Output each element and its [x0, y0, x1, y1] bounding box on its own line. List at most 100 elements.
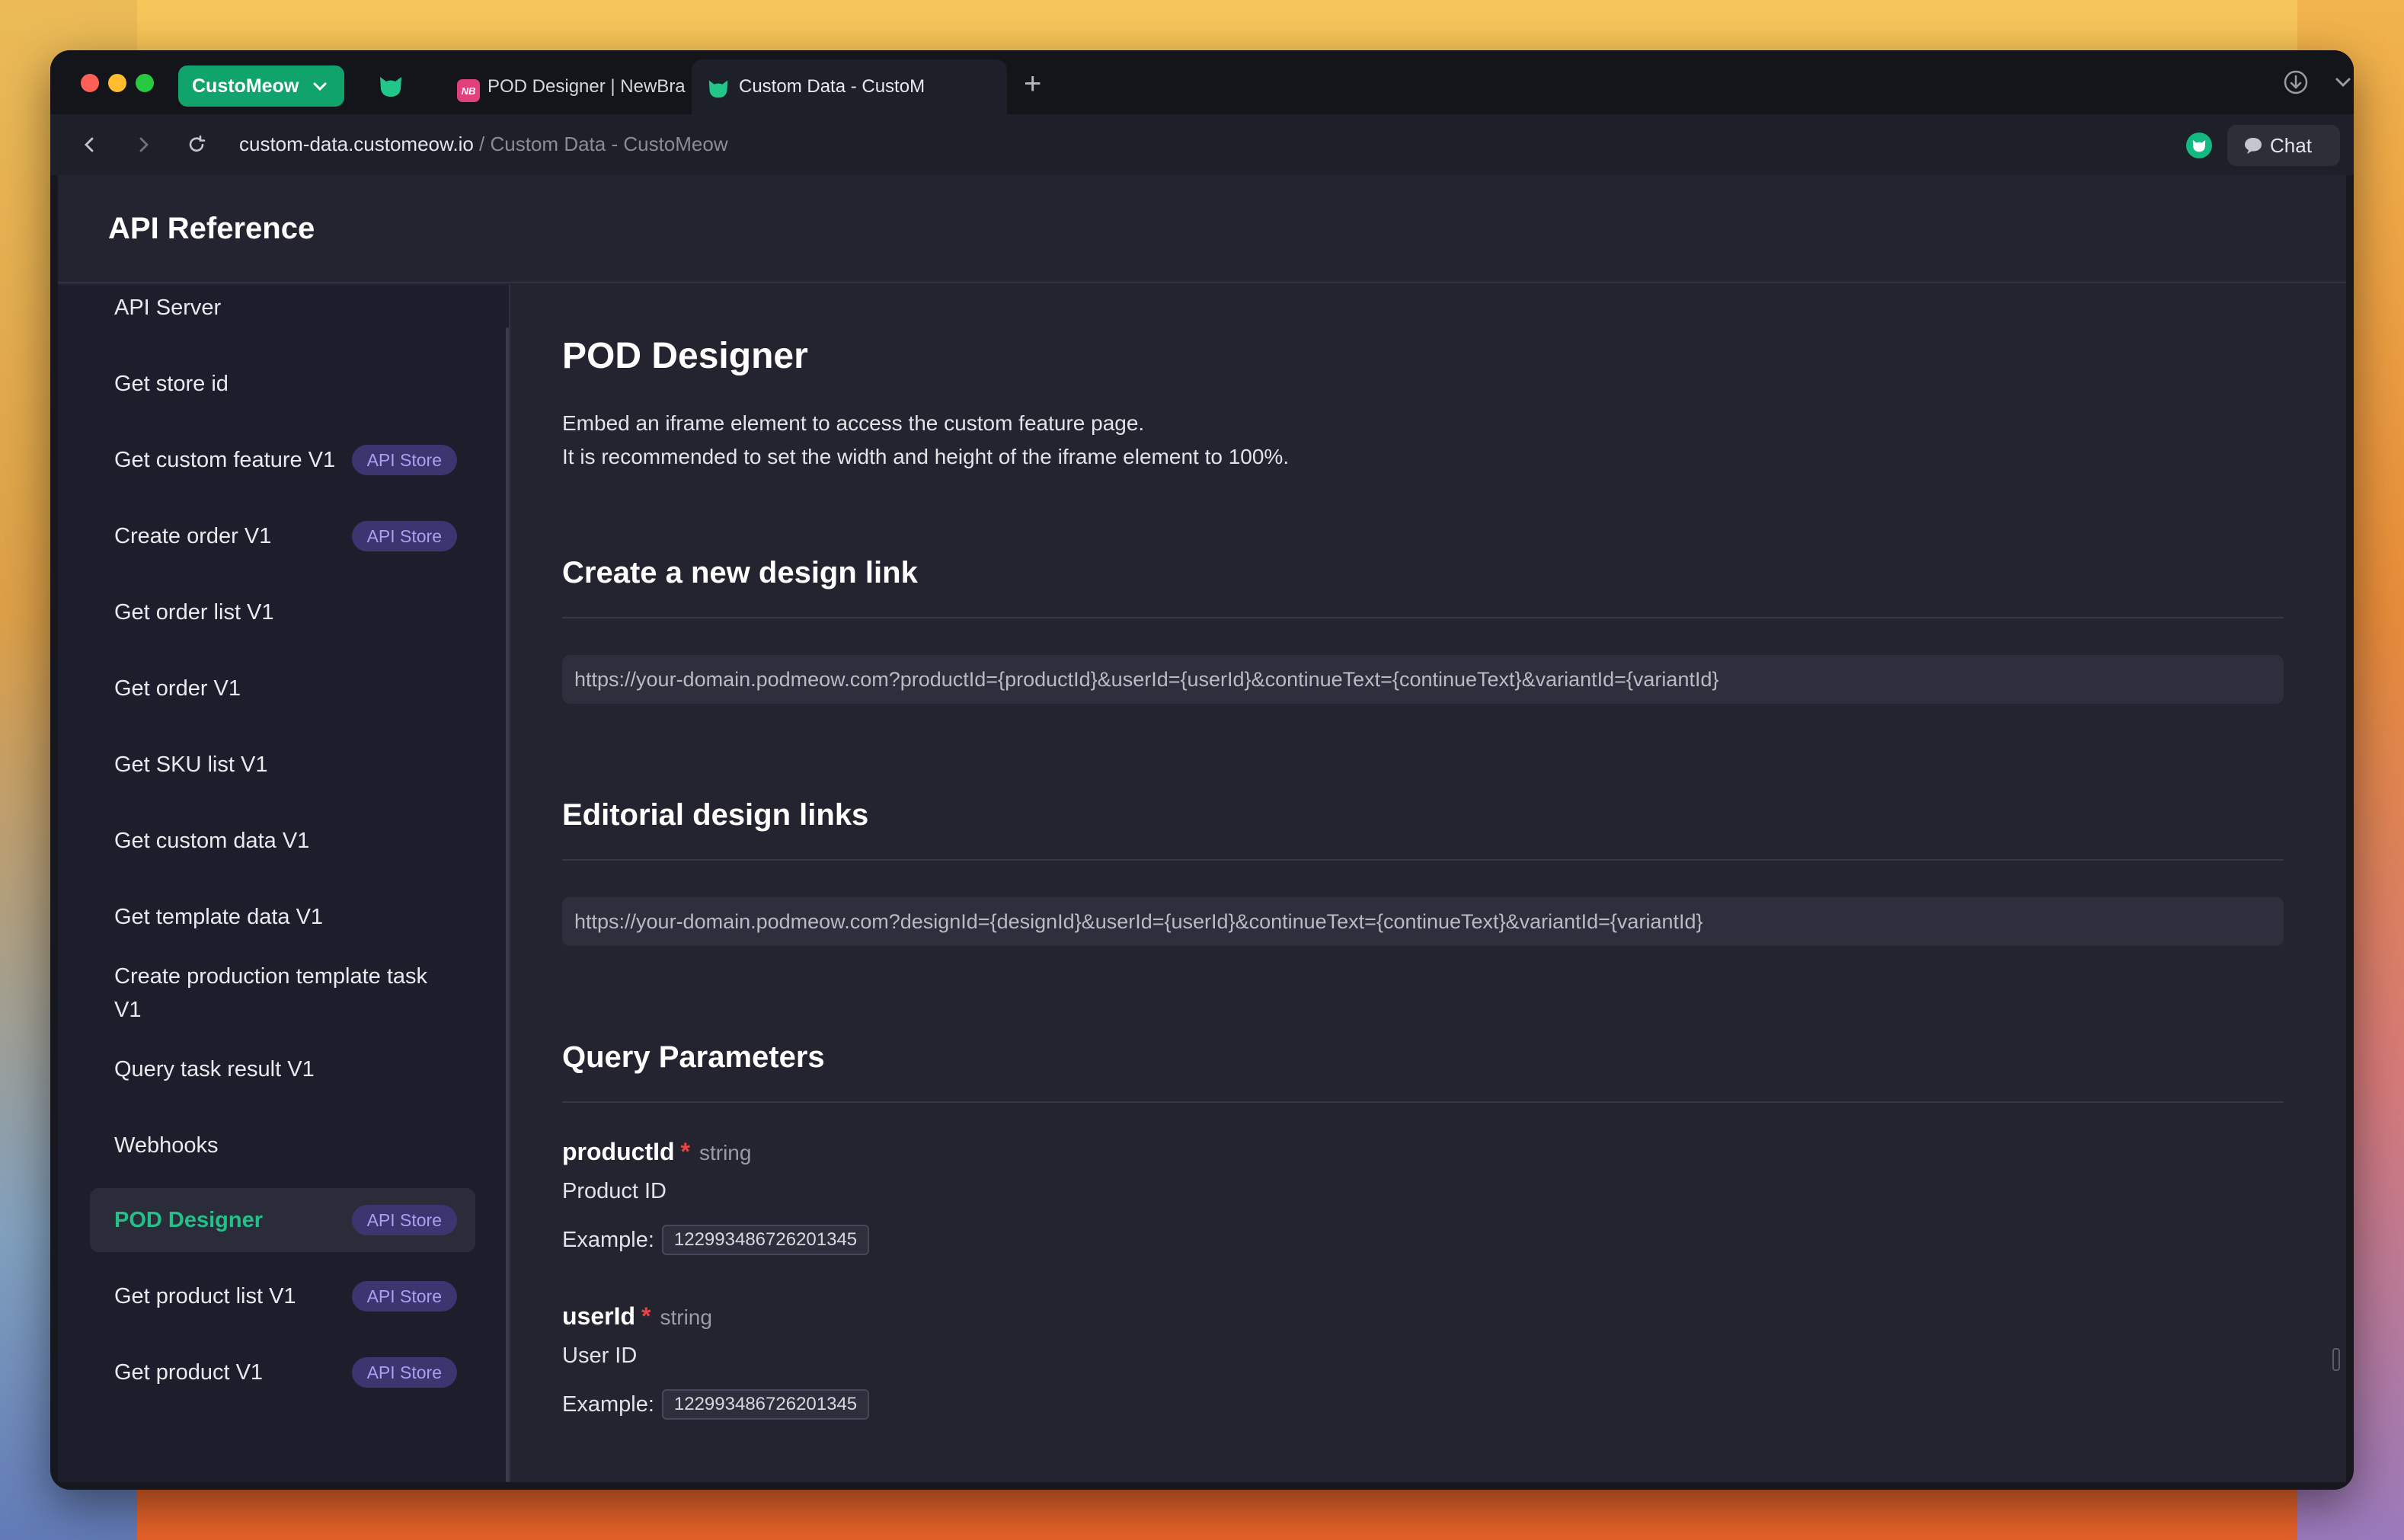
close-window-button[interactable] [81, 74, 99, 92]
sidebar-item-query-task-result[interactable]: Query task result V1 [90, 1053, 475, 1086]
example-value: 122993486726201345 [661, 1225, 870, 1255]
forward-button[interactable] [129, 131, 157, 158]
reload-icon [189, 135, 206, 152]
param-description: Product ID [562, 1179, 667, 1203]
sidebar-nav: API Server Get store id Get custom featu… [58, 285, 510, 1482]
sidebar-item-webhooks[interactable]: Webhooks [90, 1129, 475, 1162]
section-heading-query-params: Query Parameters [562, 1040, 825, 1074]
sidebar-item-get-order-list[interactable]: Get order list V1 [90, 596, 475, 629]
chat-bubble-icon [2245, 138, 2262, 154]
page-header: API Reference [58, 175, 2346, 283]
description-line: It is recommended to set the width and h… [562, 445, 1290, 468]
sidebar-item-label: Get template data V1 [114, 905, 324, 929]
api-store-badge: API Store [351, 445, 457, 475]
tab-custom-data[interactable]: Custom Data - CustoM [692, 59, 1007, 114]
back-button[interactable] [76, 131, 104, 158]
sidebar-item-label: Create production template task V1 [114, 964, 428, 1022]
sidebar-item-label: Get SKU list V1 [114, 752, 268, 777]
workspace-label: CustoMeow [192, 75, 299, 97]
tab-label: Custom Data - CustoM [739, 76, 925, 97]
sidebar-item-pod-designer[interactable]: POD Designer API Store [90, 1188, 475, 1252]
param-type: string [660, 1305, 712, 1329]
param-example: Example: 122993486726201345 [562, 1389, 870, 1420]
api-store-badge: API Store [351, 1281, 457, 1312]
url-domain: custom-data.customeow.io [239, 133, 474, 155]
page-scrollbar[interactable] [2332, 1348, 2340, 1371]
sidebar-item-get-order[interactable]: Get order V1 [90, 672, 475, 705]
sidebar-item-label: Webhooks [114, 1133, 219, 1158]
sidebar-item-label: Get custom data V1 [114, 829, 310, 853]
sidebar-item-api-server[interactable]: API Server [90, 291, 475, 324]
param-name-userid: userId * string [562, 1302, 712, 1331]
section-heading-create: Create a new design link [562, 556, 918, 589]
download-icon[interactable] [2282, 69, 2310, 96]
sidebar-item-get-custom-data[interactable]: Get custom data V1 [90, 824, 475, 858]
param-type: string [699, 1141, 752, 1165]
sidebar-item-label: Get store id [114, 372, 229, 396]
sidebar-item-get-store-id[interactable]: Get store id [90, 367, 475, 401]
page-title: API Reference [108, 212, 315, 245]
sidebar-item-get-product[interactable]: Get product V1 API Store [90, 1356, 475, 1389]
browser-window: CustoMeow NB POD Designer | NewBra Custo… [50, 50, 2354, 1490]
param-description: User ID [562, 1344, 638, 1368]
new-tab-button[interactable]: + [1024, 69, 1041, 99]
tab-label: POD Designer | NewBra [488, 76, 686, 97]
param-name-text: userId [562, 1302, 636, 1330]
sidebar-item-label: Get product list V1 [114, 1284, 296, 1308]
newbrand-favicon-icon: NB [457, 79, 480, 102]
section-divider [562, 859, 2284, 861]
example-label: Example: [562, 1227, 654, 1252]
customeow-extension-icon[interactable] [2186, 133, 2212, 158]
api-store-badge: API Store [351, 521, 457, 551]
back-arrow-icon [85, 137, 94, 152]
chat-label: Chat [2270, 133, 2312, 157]
sidebar-item-get-product-list[interactable]: Get product list V1 API Store [90, 1280, 475, 1313]
cat-logo-icon [380, 77, 401, 97]
sidebar-item-get-sku-list[interactable]: Get SKU list V1 [90, 748, 475, 781]
description-line: Embed an iframe element to access the cu… [562, 411, 1145, 435]
sidebar-item-label: Get custom feature V1 [114, 448, 336, 472]
url-separator: / [479, 133, 485, 155]
sidebar-item-label: Get order list V1 [114, 600, 274, 625]
pinned-tab-customeow[interactable] [370, 67, 411, 105]
sidebar-item-label: POD Designer [114, 1208, 263, 1232]
page: API Reference API Server Get store id Ge… [58, 175, 2346, 1482]
sidebar-item-label: Get product V1 [114, 1360, 264, 1385]
url-page-title: Custom Data - CustoMeow [490, 133, 728, 155]
sidebar-item-label: Create order V1 [114, 524, 272, 548]
minimize-window-button[interactable] [108, 74, 126, 92]
chevron-down-icon [313, 82, 327, 91]
forward-arrow-icon [139, 137, 149, 152]
api-store-badge: API Store [351, 1357, 457, 1388]
sidebar-item-get-template-data[interactable]: Get template data V1 [90, 900, 475, 934]
required-marker: * [680, 1138, 690, 1165]
param-example: Example: 122993486726201345 [562, 1225, 870, 1255]
reload-button[interactable] [183, 131, 210, 158]
tab-pod-designer[interactable]: NB POD Designer | NewBra [434, 59, 716, 114]
section-divider [562, 617, 2284, 618]
edit-design-url-code[interactable]: https://your-domain.podmeow.com?designId… [562, 897, 2284, 946]
sidebar-item-create-order[interactable]: Create order V1 API Store [90, 519, 475, 553]
sidebar-scrollbar[interactable] [506, 327, 509, 1482]
workspace-switcher[interactable]: CustoMeow [178, 65, 344, 107]
create-design-url-code[interactable]: https://your-domain.podmeow.com?productI… [562, 655, 2284, 704]
param-name-productid: productId * string [562, 1138, 751, 1166]
sidebar-item-label: Get order V1 [114, 676, 241, 701]
example-value: 122993486726201345 [661, 1389, 870, 1420]
content-heading: POD Designer [562, 336, 808, 376]
sidebar-item-label: Query task result V1 [114, 1057, 315, 1082]
api-store-badge: API Store [351, 1205, 457, 1235]
chat-button[interactable]: Chat [2227, 125, 2340, 166]
sidebar-item-get-custom-feature[interactable]: Get custom feature V1 API Store [90, 443, 475, 477]
main-content: POD Designer Embed an iframe element to … [513, 285, 2346, 1482]
maximize-window-button[interactable] [136, 74, 154, 92]
tab-list-chevron-icon[interactable] [2332, 72, 2354, 93]
section-divider [562, 1101, 2284, 1103]
sidebar-item-label: API Server [114, 296, 222, 320]
param-name-text: productId [562, 1138, 675, 1165]
tab-bar: CustoMeow NB POD Designer | NewBra Custo… [50, 50, 2354, 114]
sidebar-item-create-production-template-task[interactable]: Create production template task V1 [90, 960, 440, 1027]
url-field[interactable]: custom-data.customeow.io / Custom Data -… [239, 133, 728, 156]
section-heading-edit: Editorial design links [562, 798, 869, 832]
address-bar: custom-data.customeow.io / Custom Data -… [50, 114, 2354, 175]
